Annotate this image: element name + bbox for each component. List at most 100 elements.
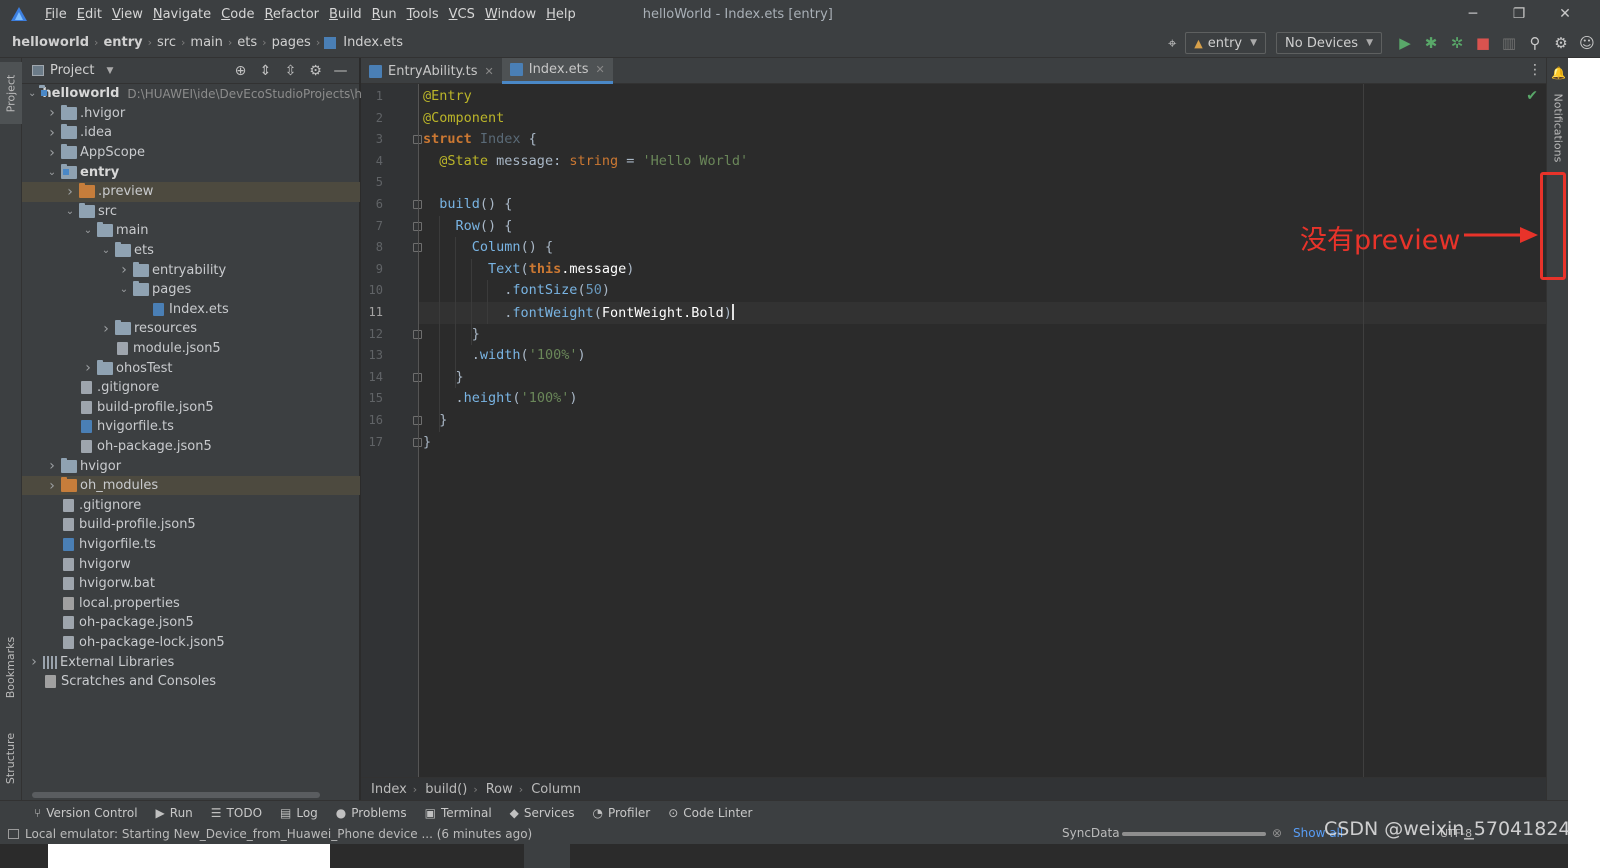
- module-selector[interactable]: ▲ entry ▼: [1185, 32, 1267, 54]
- chevron-down-icon[interactable]: ⌄: [82, 225, 94, 236]
- chevron-right-icon[interactable]: ›: [46, 125, 58, 141]
- tree-item[interactable]: build-profile.json5: [22, 515, 360, 535]
- status-toggle-icon[interactable]: [8, 829, 19, 839]
- tool-window-button[interactable]: ☰ TODO: [211, 806, 262, 820]
- chevron-right-icon[interactable]: ›: [118, 262, 130, 278]
- tree-item[interactable]: › hvigor: [22, 456, 360, 476]
- chevron-right-icon[interactable]: ›: [46, 458, 58, 474]
- menu-item[interactable]: Tools: [402, 7, 444, 22]
- stop-icon[interactable]: ■: [1470, 30, 1496, 56]
- notifications-tool-tab[interactable]: Notifications: [1552, 94, 1565, 163]
- tree-item[interactable]: › resources: [22, 319, 360, 339]
- search-icon[interactable]: ⚲: [1522, 30, 1548, 56]
- tree-item[interactable]: › oh_modules: [22, 475, 360, 496]
- breadcrumb-item[interactable]: main: [187, 35, 225, 50]
- menu-item[interactable]: Navigate: [148, 7, 216, 22]
- close-tab-icon[interactable]: ✕: [485, 65, 494, 78]
- tree-item[interactable]: oh-package-lock.json5: [22, 633, 360, 653]
- chevron-right-icon[interactable]: ›: [46, 145, 58, 161]
- tree-item[interactable]: ⌄ helloworld D:\HUAWEI\ide\DevEcoStudioPro…: [22, 84, 362, 104]
- tool-window-button[interactable]: ▤ Log: [280, 806, 318, 820]
- tree-item[interactable]: ⌄ src: [22, 202, 360, 222]
- bookmarks-tool-tab[interactable]: Bookmarks: [0, 624, 22, 710]
- breadcrumb-item[interactable]: entry: [100, 35, 145, 50]
- menu-item[interactable]: Window: [480, 7, 541, 22]
- project-tool-tab[interactable]: Project: [0, 62, 22, 124]
- tree-item[interactable]: hvigorw.bat: [22, 574, 360, 594]
- tree-item[interactable]: oh-package.json5: [22, 613, 360, 633]
- breadcrumb-item[interactable]: pages: [269, 35, 314, 50]
- gear-icon[interactable]: ⚙: [1548, 30, 1574, 56]
- tree-item[interactable]: Index.ets: [22, 300, 360, 320]
- tree-item[interactable]: › ohosTest: [22, 358, 360, 378]
- breadcrumb-item[interactable]: Index.ets: [340, 35, 406, 50]
- gear-icon[interactable]: ⚙: [303, 63, 328, 79]
- menu-item[interactable]: Build: [324, 7, 367, 22]
- breadcrumb-item[interactable]: ets: [234, 35, 260, 50]
- tree-item[interactable]: ⌄ entry: [22, 162, 360, 182]
- restore-button[interactable]: ❐: [1496, 0, 1542, 28]
- tree-item[interactable]: .gitignore: [22, 495, 360, 515]
- tree-item[interactable]: hvigorfile.ts: [22, 417, 360, 437]
- tree-item[interactable]: oh-package.json5: [22, 437, 360, 457]
- tool-window-button[interactable]: ⑂ Version Control: [34, 806, 138, 820]
- chevron-down-icon[interactable]: ⌄: [64, 206, 76, 217]
- chevron-down-icon[interactable]: ⌄: [28, 88, 36, 99]
- chevron-down-icon[interactable]: ⌄: [46, 167, 58, 178]
- tool-window-button[interactable]: ◆ Services: [510, 806, 575, 820]
- menu-item[interactable]: View: [107, 7, 148, 22]
- chevron-down-icon[interactable]: ⌄: [100, 245, 112, 256]
- minimize-button[interactable]: ─: [1450, 0, 1496, 28]
- tree-item[interactable]: hvigorw: [22, 554, 360, 574]
- breadcrumb-item[interactable]: helloworld: [9, 35, 92, 50]
- tree-item[interactable]: local.properties: [22, 593, 360, 613]
- tree-item[interactable]: build-profile.json5: [22, 398, 360, 418]
- editor-breadcrumb-item[interactable]: Row: [486, 782, 519, 797]
- menu-item[interactable]: Refactor: [259, 7, 324, 22]
- code-editor[interactable]: 1 2 3 4 5 6 7 8 9 10 11 12 13 14 15 16 17 @Entry @Compone…: [361, 84, 1546, 777]
- more-icon[interactable]: ⋮: [1528, 62, 1542, 78]
- menu-item[interactable]: Edit: [72, 7, 107, 22]
- tool-window-button[interactable]: ⊙ Code Linter: [668, 806, 752, 820]
- menu-item[interactable]: VCS: [444, 7, 480, 22]
- run-icon[interactable]: ▶: [1392, 30, 1418, 56]
- tree-item[interactable]: ⌄ main: [22, 221, 360, 241]
- hide-icon[interactable]: —: [328, 63, 353, 79]
- collapse-all-icon[interactable]: ⇳: [278, 63, 303, 79]
- menu-item[interactable]: Code: [216, 7, 259, 22]
- tool-window-button[interactable]: ◔ Profiler: [593, 806, 651, 820]
- tree-item[interactable]: ⌄ pages: [22, 280, 360, 300]
- tool-window-button[interactable]: ● Problems: [336, 806, 407, 820]
- editor-breadcrumb-item[interactable]: build(): [425, 782, 473, 797]
- chevron-right-icon[interactable]: ›: [82, 360, 94, 376]
- expand-all-icon[interactable]: ⇕: [253, 63, 278, 79]
- menu-item[interactable]: Run: [367, 7, 402, 22]
- cancel-sync-icon[interactable]: ⊗: [1272, 826, 1282, 840]
- bell-icon[interactable]: 🔔: [1551, 66, 1566, 80]
- editor-tab[interactable]: EntryAbility.ts ✕: [361, 58, 502, 84]
- target-icon[interactable]: ⌖: [1159, 30, 1185, 56]
- menu-item[interactable]: Help: [541, 7, 581, 22]
- device-selector[interactable]: No Devices ▼: [1276, 32, 1382, 54]
- structure-tool-tab[interactable]: Structure: [0, 720, 22, 796]
- editor-tab[interactable]: Index.ets ✕: [501, 58, 613, 84]
- tool-window-button[interactable]: ▣ Terminal: [425, 806, 492, 820]
- chevron-right-icon[interactable]: ›: [46, 105, 58, 121]
- chevron-right-icon[interactable]: ›: [100, 321, 112, 337]
- tree-item[interactable]: Scratches and Consoles: [22, 672, 360, 692]
- close-tab-icon[interactable]: ✕: [596, 63, 605, 76]
- chevron-down-icon[interactable]: ▼: [106, 66, 113, 76]
- tree-item[interactable]: › External Libraries: [22, 652, 360, 672]
- chevron-right-icon[interactable]: ›: [64, 184, 76, 200]
- tree-item[interactable]: ⌄ ets: [22, 241, 360, 261]
- chevron-right-icon[interactable]: ›: [46, 478, 58, 494]
- editor-breadcrumb-item[interactable]: Column: [531, 782, 587, 797]
- debug-icon[interactable]: ✱: [1418, 30, 1444, 56]
- tree-item[interactable]: .gitignore: [22, 378, 360, 398]
- tree-item[interactable]: › entryability: [22, 260, 360, 280]
- attach-debugger-icon[interactable]: ✲: [1444, 30, 1470, 56]
- tree-item[interactable]: module.json5: [22, 339, 360, 359]
- tree-item[interactable]: hvigorfile.ts: [22, 535, 360, 555]
- tree-item[interactable]: › AppScope: [22, 143, 360, 163]
- editor-breadcrumb-item[interactable]: Index: [371, 782, 413, 797]
